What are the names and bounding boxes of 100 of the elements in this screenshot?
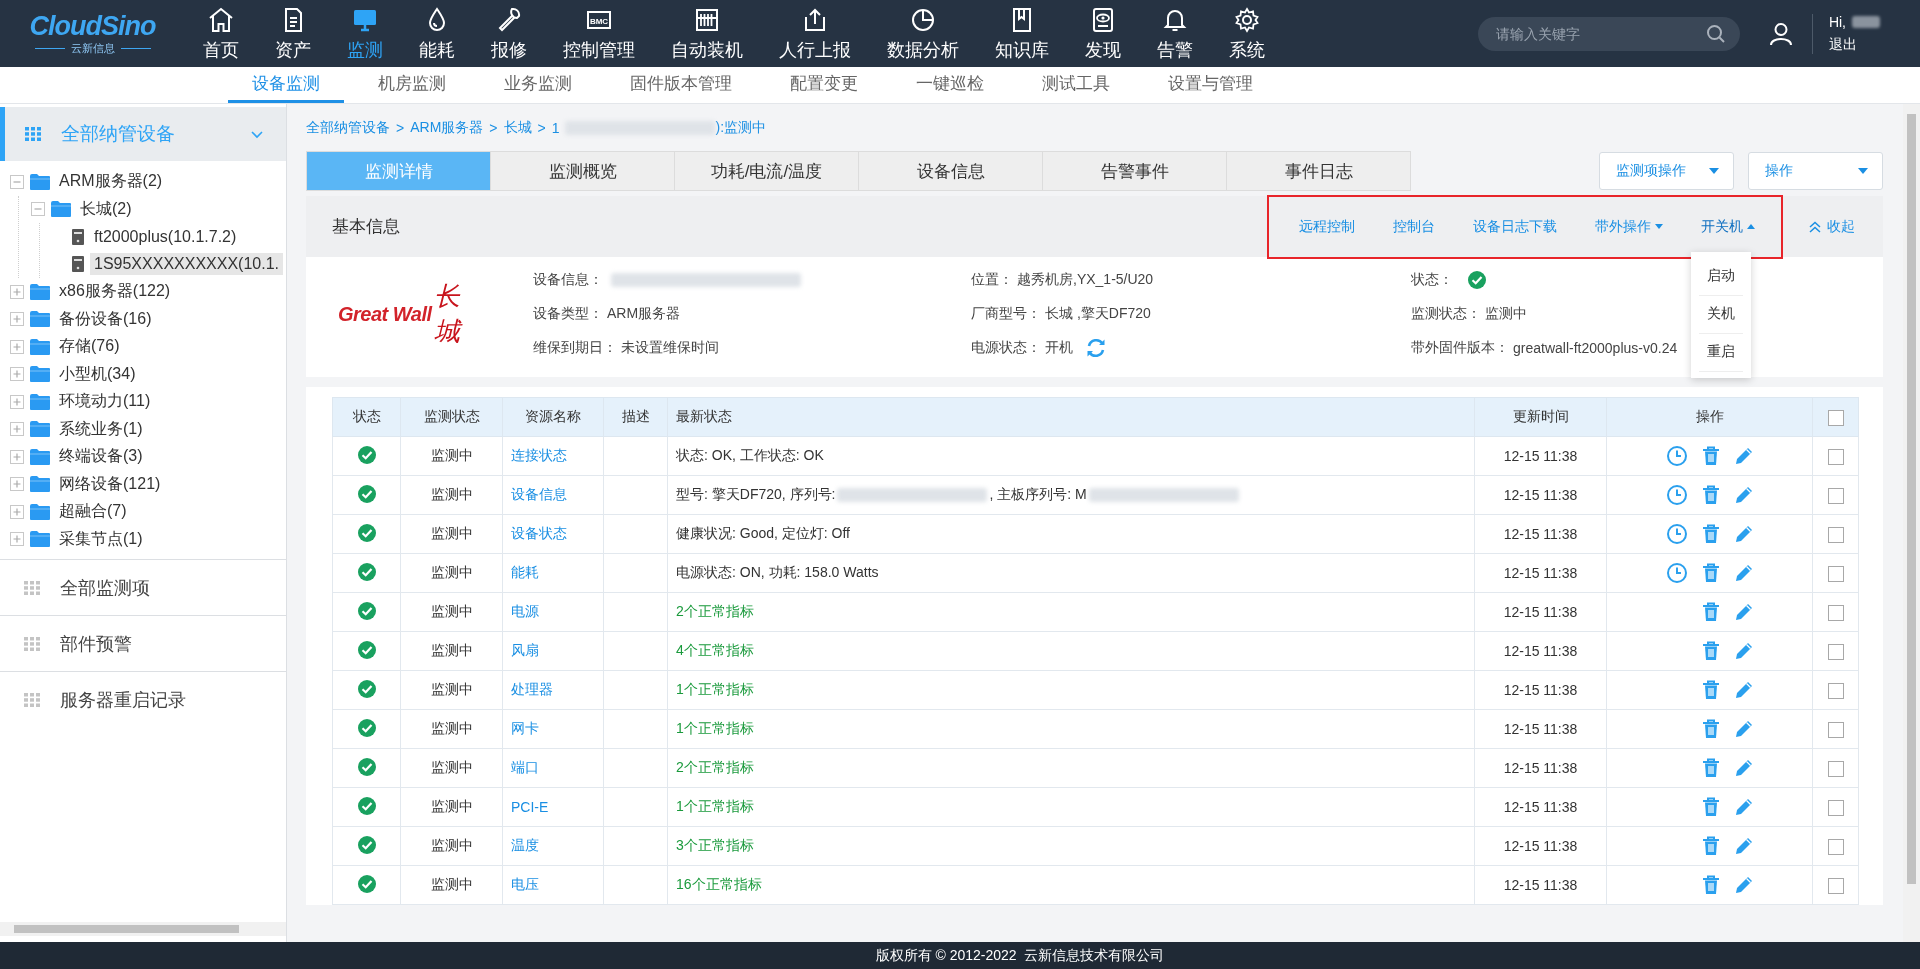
pencil-icon[interactable] xyxy=(1733,875,1754,895)
pencil-icon[interactable] xyxy=(1733,485,1754,505)
subnav-tab[interactable]: 固件版本管理 xyxy=(606,67,756,103)
tree-item[interactable]: 环境动力(11) xyxy=(55,389,155,415)
tab[interactable]: 设备信息 xyxy=(859,152,1043,190)
tree-item[interactable]: 长城(2) xyxy=(76,196,136,222)
toggle-icon[interactable] xyxy=(10,477,24,492)
nav-item[interactable]: 能耗 xyxy=(401,0,473,67)
chevron-icon[interactable] xyxy=(250,129,264,139)
nav-item[interactable]: 资产 xyxy=(257,0,329,67)
toggle-icon[interactable] xyxy=(10,312,24,327)
checkbox[interactable] xyxy=(1827,877,1844,894)
tree-item[interactable]: ARM服务器(2) xyxy=(55,169,167,195)
toggle-icon[interactable] xyxy=(10,532,24,547)
checkbox[interactable] xyxy=(1827,760,1844,777)
trash-icon[interactable] xyxy=(1701,446,1720,466)
resource-link[interactable]: 风扇 xyxy=(511,642,539,658)
checkbox[interactable] xyxy=(1827,409,1844,426)
clock-icon[interactable] xyxy=(1665,445,1688,467)
toggle-icon[interactable] xyxy=(10,284,24,299)
toggle-icon[interactable] xyxy=(10,339,24,354)
resource-link[interactable]: PCI-E xyxy=(511,799,549,815)
checkbox[interactable] xyxy=(1827,838,1844,855)
tree-item[interactable]: 存储(76) xyxy=(55,334,124,360)
menu-item[interactable]: 启动 xyxy=(1699,257,1743,296)
dropdown-button[interactable]: 操作 xyxy=(1748,152,1883,190)
subnav-tab[interactable]: 业务监测 xyxy=(480,67,596,103)
resource-link[interactable]: 温度 xyxy=(511,837,539,853)
tree-item[interactable]: 采集节点(1) xyxy=(55,526,147,552)
trash-icon[interactable] xyxy=(1701,797,1720,817)
search-icon[interactable] xyxy=(1705,23,1726,44)
tab[interactable]: 事件日志 xyxy=(1227,152,1410,190)
toggle-icon[interactable] xyxy=(10,367,24,382)
trash-icon[interactable] xyxy=(1701,875,1720,895)
horizontal-scrollbar[interactable] xyxy=(0,922,286,936)
tree-item[interactable]: 系统业务(1) xyxy=(55,416,147,442)
trash-icon[interactable] xyxy=(1701,641,1720,661)
checkbox[interactable] xyxy=(1827,487,1844,504)
tree-item[interactable]: 1S95XXXXXXXXXX(10.1. xyxy=(90,253,283,276)
user-icon[interactable] xyxy=(1767,20,1794,47)
sidebar-section[interactable]: 部件预警 xyxy=(0,615,286,671)
nav-item[interactable]: 监测 xyxy=(329,0,401,67)
logout-link[interactable]: 退出 xyxy=(1828,35,1880,54)
clock-icon[interactable] xyxy=(1665,484,1688,506)
tab[interactable]: 告警事件 xyxy=(1043,152,1227,190)
toggle-icon[interactable] xyxy=(31,202,45,217)
pencil-icon[interactable] xyxy=(1733,563,1754,583)
nav-item[interactable]: 首页 xyxy=(185,0,257,67)
clock-icon[interactable] xyxy=(1665,523,1688,545)
resource-link[interactable]: 处理器 xyxy=(511,681,553,697)
tab[interactable]: 监测概览 xyxy=(491,152,675,190)
pencil-icon[interactable] xyxy=(1733,524,1754,544)
trash-icon[interactable] xyxy=(1701,680,1720,700)
tree-item[interactable]: ft2000plus(10.1.7.2) xyxy=(90,225,241,248)
pencil-icon[interactable] xyxy=(1733,836,1754,856)
resource-link[interactable]: 网卡 xyxy=(511,720,539,736)
trash-icon[interactable] xyxy=(1701,836,1720,856)
resource-link[interactable]: 能耗 xyxy=(511,564,539,580)
checkbox[interactable] xyxy=(1827,643,1844,660)
checkbox[interactable] xyxy=(1827,565,1844,582)
nav-item[interactable]: 告警 xyxy=(1139,0,1211,67)
checkbox[interactable] xyxy=(1827,721,1844,738)
nav-item[interactable]: BMC 控制管理 xyxy=(545,0,653,67)
toggle-icon[interactable] xyxy=(10,174,24,189)
pencil-icon[interactable] xyxy=(1733,680,1754,700)
pencil-icon[interactable] xyxy=(1733,641,1754,661)
trash-icon[interactable] xyxy=(1701,485,1720,505)
trash-icon[interactable] xyxy=(1701,602,1720,622)
menu-item[interactable]: 重启 xyxy=(1699,333,1743,372)
tree-item[interactable]: 超融合(7) xyxy=(55,499,131,525)
clock-icon[interactable] xyxy=(1665,562,1688,584)
trash-icon[interactable] xyxy=(1701,719,1720,739)
vertical-scrollbar[interactable] xyxy=(1903,104,1920,942)
pencil-icon[interactable] xyxy=(1733,797,1754,817)
resource-link[interactable]: 端口 xyxy=(511,759,539,775)
tree-item[interactable]: 小型机(34) xyxy=(55,361,140,387)
dropdown-button[interactable]: 监测项操作 xyxy=(1599,152,1734,190)
subnav-tab[interactable]: 测试工具 xyxy=(1018,67,1134,103)
toggle-icon[interactable] xyxy=(10,449,24,464)
nav-item[interactable]: 报修 xyxy=(473,0,545,67)
toggle-icon[interactable] xyxy=(10,422,24,437)
sidebar-section[interactable]: 全部监测项 xyxy=(0,559,286,615)
tree-item[interactable]: 终端设备(3) xyxy=(55,444,147,470)
subnav-tab[interactable]: 机房监测 xyxy=(354,67,470,103)
pencil-icon[interactable] xyxy=(1733,602,1754,622)
subnav-tab[interactable]: 设置与管理 xyxy=(1144,67,1277,103)
nav-item[interactable]: 知识库 xyxy=(977,0,1067,67)
nav-item[interactable]: 系统 xyxy=(1211,0,1283,67)
pencil-icon[interactable] xyxy=(1733,758,1754,778)
trash-icon[interactable] xyxy=(1701,524,1720,544)
tree-item[interactable]: 备份设备(16) xyxy=(55,306,156,332)
subnav-tab[interactable]: 一键巡检 xyxy=(892,67,1008,103)
pencil-icon[interactable] xyxy=(1733,719,1754,739)
search-field[interactable]: 请输入关键字 xyxy=(1477,16,1740,51)
checkbox[interactable] xyxy=(1827,799,1844,816)
checkbox[interactable] xyxy=(1827,682,1844,699)
menu-item[interactable]: 关机 xyxy=(1699,295,1743,334)
nav-item[interactable]: 人行上报 xyxy=(761,0,869,67)
sidebar-section[interactable]: 服务器重启记录 xyxy=(0,671,286,727)
nav-item[interactable]: 发现 xyxy=(1067,0,1139,67)
